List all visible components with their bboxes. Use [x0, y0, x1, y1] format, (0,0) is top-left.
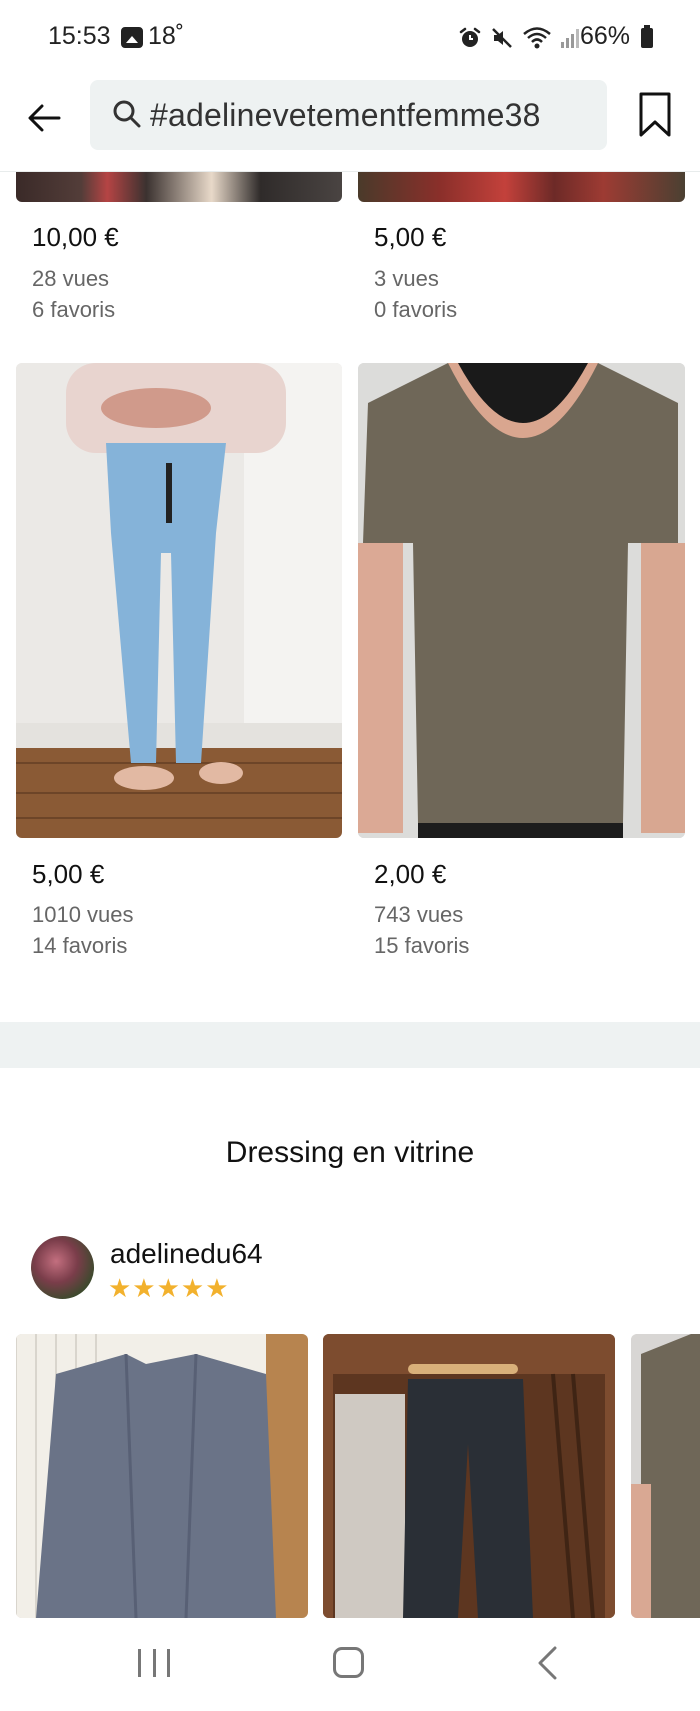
- product-price: 2,00 €: [374, 859, 447, 889]
- rating-stars: ★★★★★: [108, 1273, 230, 1303]
- product-views: 3 vues: [374, 266, 439, 291]
- system-nav-bar: [0, 1618, 700, 1711]
- home-button[interactable]: [333, 1647, 364, 1678]
- product-views: 1010 vues: [32, 902, 134, 927]
- section-divider: [0, 1022, 700, 1068]
- product-image-jeans[interactable]: [16, 363, 342, 838]
- battery-percentage: 66%: [580, 22, 631, 50]
- cardigan-photo: [16, 1334, 308, 1618]
- avatar[interactable]: [31, 1236, 94, 1299]
- recents-button[interactable]: [138, 1649, 170, 1677]
- product-favorites: 14 favoris: [32, 933, 128, 958]
- product-views: 743 vues: [374, 902, 464, 927]
- search-icon: [113, 100, 141, 128]
- system-back-icon[interactable]: [535, 1645, 559, 1681]
- mute-icon: [492, 28, 512, 48]
- product-image-tshirt[interactable]: [358, 363, 685, 838]
- product-favorites: 6 favoris: [32, 297, 116, 322]
- battery-icon: [641, 25, 653, 48]
- app-header: #adelinevetementfemme38: [0, 76, 700, 172]
- wifi-icon: [523, 27, 551, 49]
- product-favorites: 15 favoris: [374, 933, 470, 958]
- partial-photo: [631, 1334, 700, 1618]
- vitrine-item-image[interactable]: [323, 1334, 615, 1618]
- section-title: Dressing en vitrine: [225, 1136, 475, 1169]
- save-search-button[interactable]: [636, 91, 674, 139]
- tshirt-photo: [358, 363, 685, 838]
- status-time: 15:53: [48, 22, 111, 50]
- vitrine-item-image[interactable]: [631, 1334, 700, 1618]
- vitrine-item-image[interactable]: [16, 1334, 308, 1618]
- jeans-photo: [16, 363, 342, 838]
- bookmark-icon: [639, 92, 671, 137]
- product-views: 28 vues: [32, 266, 110, 291]
- status-temperature: 18˚: [148, 22, 185, 50]
- product-price: 10,00 €: [32, 222, 119, 252]
- alarm-icon: [459, 27, 481, 47]
- product-price: 5,00 €: [32, 859, 105, 889]
- product-favorites: 0 favoris: [374, 297, 458, 322]
- search-query: #adelinevetementfemme38: [150, 97, 541, 133]
- status-icons: [458, 24, 580, 52]
- back-arrow-icon: [28, 104, 61, 132]
- gallery-icon: [121, 27, 143, 48]
- search-input[interactable]: #adelinevetementfemme38: [90, 80, 607, 150]
- trousers-photo: [323, 1334, 615, 1618]
- signal-icon: [561, 29, 579, 48]
- seller-username[interactable]: adelinedu64: [110, 1238, 263, 1270]
- product-price: 5,00 €: [374, 222, 447, 252]
- status-bar: 15:53 18˚ 66%: [0, 0, 700, 76]
- back-button[interactable]: [22, 96, 66, 140]
